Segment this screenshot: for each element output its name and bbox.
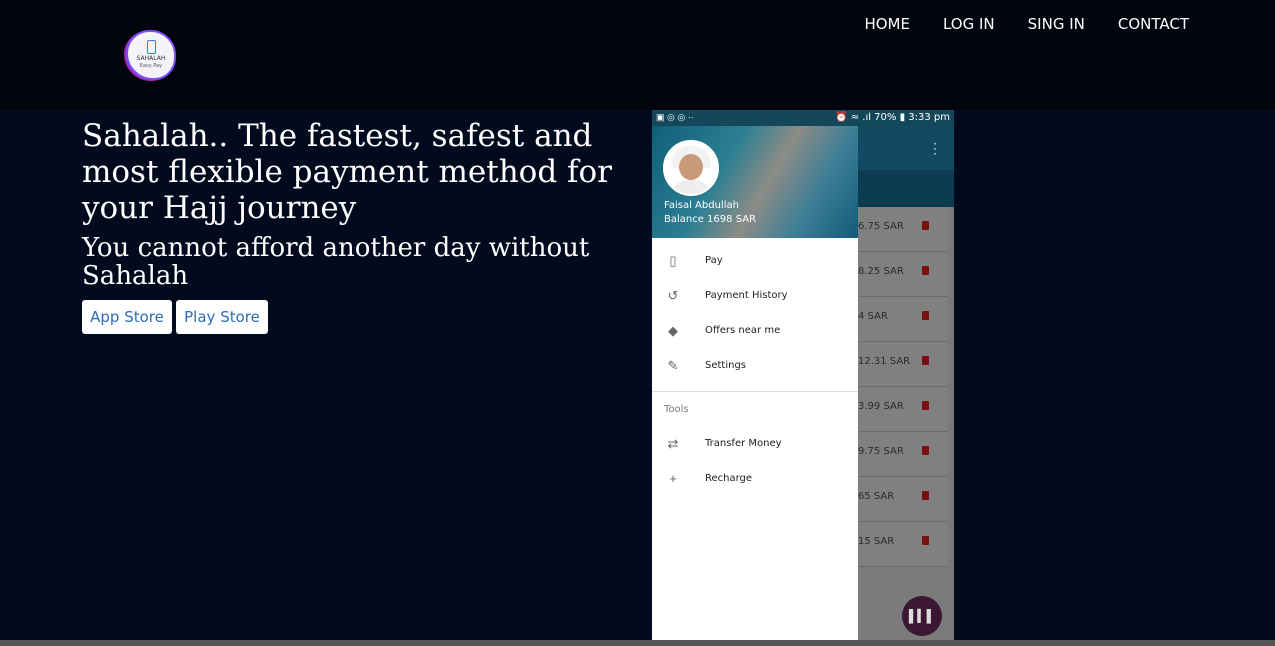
top-navbar: SAHALAH Easy Pay HOME LOG IN SING IN CON… [0,0,1275,110]
nav-menu: HOME LOG IN SING IN CONTACT [864,15,1189,33]
drawer-item-offers[interactable]: ◆ Offers near me [652,315,858,350]
nav-home-link[interactable]: HOME [864,15,910,33]
delete-icon[interactable] [922,446,929,455]
avatar[interactable] [663,140,719,196]
transaction-row[interactable]: 8.25 SAR [858,252,948,297]
transaction-amount: 15 SAR [858,536,895,547]
nav-contact-link[interactable]: CONTACT [1118,15,1189,33]
plus-icon: + [669,471,677,486]
delete-icon[interactable] [922,311,929,320]
transaction-amount: 4 SAR [858,311,888,322]
app-toolbar: ⋮ [858,126,954,170]
delete-icon[interactable] [922,491,929,500]
drawer-item-recharge[interactable]: + Recharge [652,463,858,498]
logo-line2: Easy Pay [139,63,163,69]
barcode-fab-icon[interactable]: ▌▍▌ [902,596,942,636]
transaction-row[interactable]: 6.75 SAR [858,207,948,252]
transaction-row[interactable]: 4 SAR [858,297,948,342]
hero-headline: Sahalah.. The fastest, safest and most f… [82,118,612,226]
wrench-icon: ✎ [667,358,679,373]
user-name: Faisal Abdullah [664,200,739,211]
user-balance: Balance 1698 SAR [664,214,757,225]
transfer-icon: ⇄ [667,436,679,451]
drawer-item-label: Payment History [705,290,788,301]
delete-icon[interactable] [922,536,929,545]
transaction-amount: 8.25 SAR [858,266,904,277]
page-bottom-strip [0,640,1275,646]
delete-icon[interactable] [922,401,929,410]
transaction-amount: 65 SAR [858,491,895,502]
app-store-button[interactable]: App Store [82,300,172,334]
logo[interactable]: SAHALAH Easy Pay [126,30,176,80]
phone-status-bar: ▣ ◎ ◎ ·· ⏰ ≈ .ıl 70% ▮ 3:33 pm [652,110,954,126]
play-store-button[interactable]: Play Store [176,300,268,334]
hero-subline: You cannot afford another day without Sa… [82,233,590,291]
history-icon: ↺ [667,288,679,303]
transaction-amount: 6.75 SAR [858,221,904,232]
navigation-drawer: Faisal Abdullah Balance 1698 SAR ▯ Pay ↺… [652,126,858,640]
overflow-menu-icon[interactable]: ⋮ [928,140,942,157]
status-right-info: ⏰ ≈ .ıl 70% ▮ 3:33 pm [835,112,950,123]
delete-icon[interactable] [922,221,929,230]
drawer-item-label: Settings [705,360,747,371]
transaction-row[interactable]: 65 SAR [858,477,948,522]
transaction-amount: 9.75 SAR [858,446,904,457]
transaction-row[interactable]: 3.99 SAR [858,387,948,432]
transaction-amount: 3.99 SAR [858,401,904,412]
drawer-item-label: Recharge [705,473,753,484]
drawer-item-label: Pay [705,255,723,266]
drawer-header: Faisal Abdullah Balance 1698 SAR [652,126,858,238]
hero-right-background [954,110,1275,640]
nav-login-link[interactable]: LOG IN [943,15,995,33]
drawer-item-label: Offers near me [705,325,781,336]
transaction-amount: 12.31 SAR [858,356,911,367]
drawer-item-pay[interactable]: ▯ Pay [652,245,858,280]
logo-line1: SAHALAH [136,55,166,62]
status-left-icons: ▣ ◎ ◎ ·· [656,112,694,122]
drawer-divider [652,391,858,392]
phone-logo-icon [147,40,156,54]
delete-icon[interactable] [922,356,929,365]
phone-icon: ▯ [669,253,677,268]
drawer-item-transfer-money[interactable]: ⇄ Transfer Money [652,428,858,463]
transaction-row[interactable]: 12.31 SAR [858,342,948,387]
transaction-row[interactable]: 15 SAR [858,522,948,567]
nav-signin-link[interactable]: SING IN [1028,15,1085,33]
app-tab-bar [858,170,954,207]
avatar-face [679,154,703,180]
phone-screenshot: ▣ ◎ ◎ ·· ⏰ ≈ .ıl 70% ▮ 3:33 pm ⋮ 6.75 SA… [652,110,954,640]
transaction-row[interactable]: 9.75 SAR [858,432,948,477]
drawer-item-settings[interactable]: ✎ Settings [652,350,858,385]
tag-icon: ◆ [668,323,678,338]
drawer-item-payment-history[interactable]: ↺ Payment History [652,280,858,315]
avatar-body [669,180,713,194]
delete-icon[interactable] [922,266,929,275]
transaction-list: 6.75 SAR 8.25 SAR 4 SAR 12.31 SAR 3.99 S… [858,207,954,640]
drawer-section-title: Tools [664,404,689,415]
drawer-item-label: Transfer Money [705,438,782,449]
